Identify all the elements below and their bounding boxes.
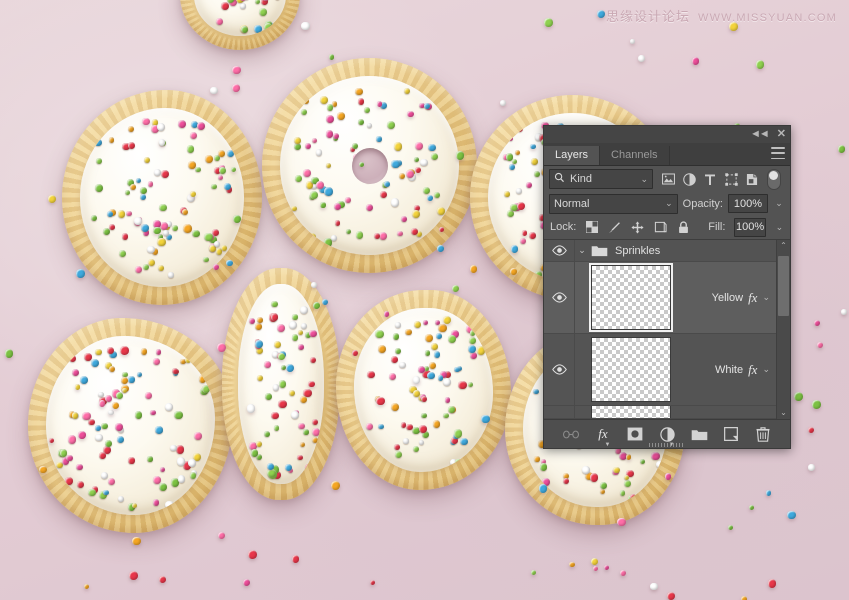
scroll-up-arrow-icon[interactable]: ⌃	[780, 242, 787, 250]
chevron-down-icon: ⌄	[665, 198, 673, 208]
new-adjustment-layer-button[interactable]: ▼	[659, 426, 676, 448]
blend-mode-value: Normal	[554, 197, 590, 210]
filter-kind-dropdown[interactable]: Kind ⌄	[549, 169, 653, 189]
layer-row-partial[interactable]	[544, 406, 776, 419]
visibility-toggle-yellow[interactable]	[544, 262, 575, 334]
lock-artboard-nesting-icon[interactable]	[654, 221, 667, 234]
fill-input[interactable]: 100%	[734, 217, 766, 237]
tab-layers[interactable]: Layers	[544, 146, 601, 165]
group-expand-chevron-icon[interactable]: ⌄	[575, 245, 589, 256]
opacity-chevron-down-icon[interactable]: ⌄	[773, 199, 785, 208]
lock-image-pixels-icon[interactable]	[608, 221, 621, 234]
lock-position-icon[interactable]	[631, 220, 644, 234]
scrollbar-track[interactable]	[778, 252, 789, 407]
type-layer-filter-icon[interactable]	[703, 172, 717, 186]
smart-object-filter-icon[interactable]	[745, 172, 759, 186]
layer-thumbnail-wrap-partial[interactable]	[575, 406, 687, 419]
watermark-cn-text: 思缘设计论坛	[606, 9, 691, 24]
layer-row-white[interactable]: White fx ⌄	[544, 334, 776, 407]
filter-kind-label: Kind	[570, 173, 593, 185]
chevron-down-icon: ⌄	[640, 173, 648, 184]
screenshot-root: 思缘设计论坛 WWW.MISSYUAN.COM ◄◄ ✕ Layers Chann…	[0, 0, 849, 600]
search-icon	[554, 172, 565, 186]
adjustment-layer-filter-icon[interactable]	[682, 172, 696, 186]
layer-meta-white: White fx ⌄	[687, 362, 776, 378]
layer-thumbnail-partial[interactable]	[591, 406, 671, 419]
layer-effects-fx-icon[interactable]: fx	[748, 290, 757, 306]
layer-effects-chevron-icon[interactable]: ⌄	[762, 365, 770, 374]
close-panel-icon[interactable]: ✕	[777, 129, 786, 140]
footer-fx-label: fx	[598, 426, 608, 441]
layer-effects-fx-icon[interactable]: fx	[748, 362, 757, 378]
layer-name-white: White	[714, 363, 744, 376]
fill-label: Fill:	[708, 221, 726, 233]
layers-panel: ◄◄ ✕ Layers Channels Kind ⌄ Normal ⌄ Opa…	[543, 125, 791, 449]
tab-channels[interactable]: Channels	[600, 146, 670, 165]
blend-mode-row: Normal ⌄ Opacity: 100% ⌄	[544, 192, 790, 215]
layer-effects-chevron-icon[interactable]: ⌄	[762, 293, 770, 302]
layer-meta-yellow: Yellow fx ⌄	[687, 290, 776, 306]
add-layer-mask-button[interactable]	[627, 426, 644, 443]
lock-all-icon[interactable]	[677, 220, 690, 234]
layer-name-yellow: Yellow	[711, 291, 744, 304]
scrollbar-thumb[interactable]	[778, 256, 789, 316]
blend-mode-dropdown[interactable]: Normal ⌄	[549, 193, 678, 214]
pixel-layer-filter-icon[interactable]	[661, 172, 675, 186]
lock-label: Lock:	[550, 221, 577, 233]
fill-chevron-down-icon[interactable]: ⌄	[775, 222, 784, 232]
layer-filter-row: Kind ⌄	[544, 166, 790, 192]
layer-thumbnail-yellow[interactable]	[589, 263, 673, 333]
layer-list-scrollbar[interactable]: ⌃ ⌄	[776, 240, 790, 419]
link-layers-button[interactable]	[563, 426, 580, 443]
panel-resize-grip[interactable]	[649, 443, 685, 447]
watermark: 思缘设计论坛 WWW.MISSYUAN.COM	[606, 6, 837, 25]
layer-row-sprinkles-group[interactable]: ⌄ Sprinkles	[544, 240, 776, 263]
layer-thumbnail-wrap-white[interactable]	[575, 334, 687, 405]
layer-thumbnail-wrap-yellow[interactable]	[575, 262, 687, 333]
filter-type-icons	[661, 172, 759, 186]
visibility-toggle-sprinkles[interactable]	[544, 240, 575, 262]
layers-panel-footer: fx ▼ ▼	[544, 419, 790, 448]
visibility-toggle-partial[interactable]	[544, 406, 575, 418]
new-group-button[interactable]	[691, 426, 708, 443]
watermark-url-text: WWW.MISSYUAN.COM	[698, 12, 837, 24]
opacity-input[interactable]: 100%	[728, 194, 768, 213]
lock-row: Lock: Fill: 100% ⌄	[544, 215, 790, 239]
opacity-label: Opacity:	[682, 197, 723, 210]
layer-rows: ⌄ Sprinkles Yellow fx ⌄ White fx ⌄	[544, 240, 776, 419]
caret-down-icon: ▼	[604, 441, 611, 448]
new-layer-button[interactable]	[723, 426, 740, 443]
filter-enable-toggle[interactable]	[767, 168, 781, 190]
collapse-panel-icon[interactable]: ◄◄	[750, 129, 770, 140]
shape-layer-filter-icon[interactable]	[724, 172, 738, 186]
layer-row-yellow[interactable]: Yellow fx ⌄	[544, 262, 776, 335]
folder-icon	[589, 244, 609, 257]
panel-tabbar: Layers Channels	[544, 143, 790, 166]
panel-menu-icon[interactable]	[771, 147, 785, 159]
add-layer-style-button[interactable]: fx ▼	[595, 426, 612, 448]
lock-icons	[585, 220, 690, 234]
layer-thumbnail-white[interactable]	[591, 337, 671, 403]
delete-layer-button[interactable]	[755, 426, 772, 443]
layer-list: ⌄ Sprinkles Yellow fx ⌄ White fx ⌄ ⌃ ⌄	[544, 239, 790, 419]
lock-transparent-pixels-icon[interactable]	[585, 221, 598, 234]
layer-name-sprinkles: Sprinkles	[615, 244, 661, 257]
visibility-toggle-white[interactable]	[544, 334, 575, 406]
panel-titlebar: ◄◄ ✕	[544, 126, 790, 143]
scroll-down-arrow-icon[interactable]: ⌄	[780, 409, 787, 417]
